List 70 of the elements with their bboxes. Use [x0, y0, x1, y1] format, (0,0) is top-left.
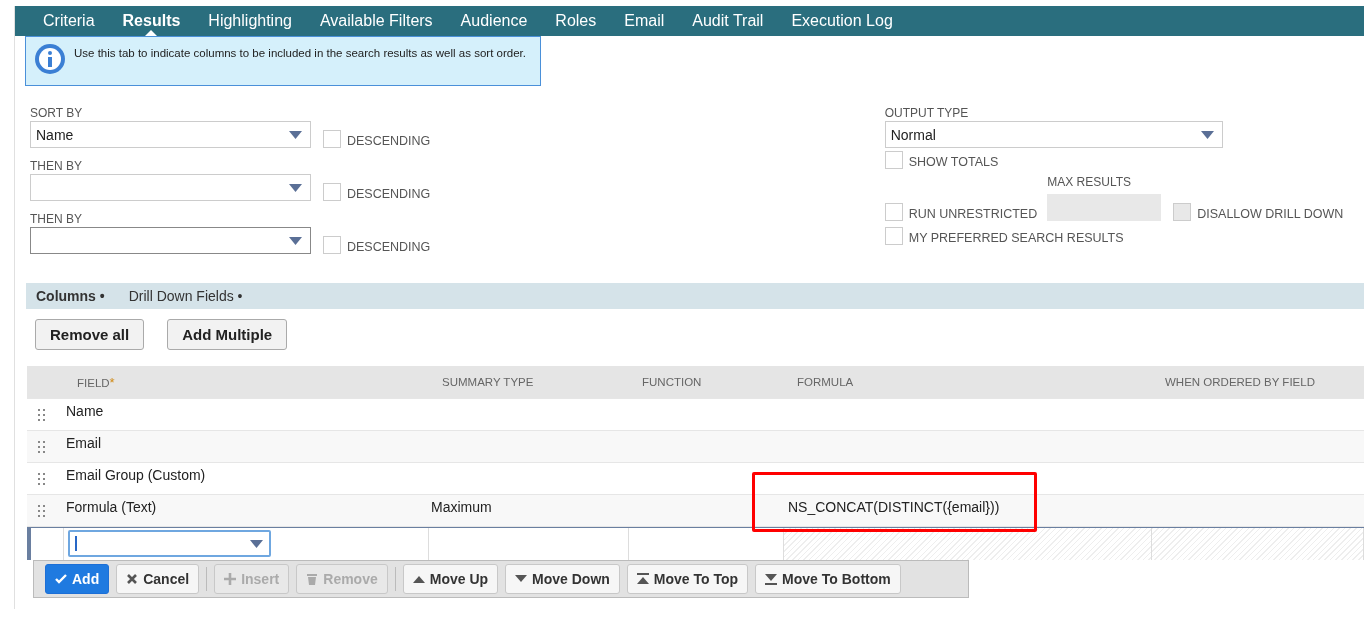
toolbar-button[interactable]: Move To Top [626, 564, 749, 594]
checkbox-label: SHOW TOTALS [908, 155, 999, 169]
info-text: Use this tab to indicate columns to be included in the search results as well as sort order. [74, 46, 526, 61]
tab[interactable]: Audit Trail [678, 6, 778, 36]
sort-select[interactable] [30, 174, 311, 201]
table-cell-text: Maximum [430, 498, 493, 515]
dropdown-caret-icon [289, 183, 302, 192]
column-header: FUNCTION [641, 376, 703, 388]
subtab[interactable]: Columns • [36, 288, 105, 304]
tab[interactable]: Email [610, 6, 679, 36]
trash-icon [306, 573, 319, 585]
drag-handle-icon[interactable] [38, 472, 46, 485]
tab[interactable]: Execution Log [777, 6, 907, 36]
output-type-select[interactable]: Normal [884, 121, 1223, 148]
table-cell-text: Formula (Text) [65, 498, 158, 515]
sort-select[interactable] [30, 227, 311, 254]
toolbar-button[interactable]: Cancel [116, 564, 200, 594]
field-label: SORT BY [30, 106, 84, 121]
toolbar-button[interactable]: Add [45, 564, 110, 594]
toolbar-button[interactable]: Move To Bottom [755, 564, 901, 594]
checkbox-label: DISALLOW DRILL DOWN [1197, 207, 1344, 221]
dropdown-caret-icon [289, 236, 302, 245]
checkbox[interactable] [884, 227, 903, 245]
tab[interactable]: Highlighting [194, 6, 306, 36]
tab[interactable]: Results [108, 6, 195, 36]
column-header: WHEN ORDERED BY FIELD [1164, 376, 1316, 388]
drag-handle-icon[interactable] [38, 504, 46, 517]
table-cell-text: Email [65, 434, 102, 451]
action-button[interactable]: Remove all [35, 319, 145, 350]
table-cell-text: Email Group (Custom) [65, 466, 207, 483]
checkbox-label: RUN UNRESTRICTED [908, 207, 1038, 221]
checkbox-label: DESCENDING [347, 134, 431, 148]
checkbox[interactable] [323, 183, 341, 201]
toolbar-button[interactable]: Move Up [402, 564, 499, 594]
tab[interactable]: Available Filters [305, 6, 447, 36]
subtab[interactable]: Drill Down Fields • [128, 288, 243, 304]
drag-handle-icon[interactable] [38, 440, 46, 453]
check-icon [55, 573, 67, 585]
checkbox[interactable] [323, 236, 341, 254]
field-select[interactable] [68, 530, 271, 557]
drag-handle-icon[interactable] [38, 408, 46, 421]
field-label: MAX RESULTS [1047, 175, 1132, 190]
tab[interactable]: Roles [541, 6, 611, 36]
sort-select[interactable]: Name [30, 121, 311, 148]
plus-icon [224, 573, 237, 585]
dropdown-caret-icon [1200, 130, 1214, 139]
column-header: FIELD* [76, 374, 116, 390]
dropdown-caret-icon [289, 130, 302, 139]
checkbox[interactable] [884, 203, 903, 221]
checkbox-label: DESCENDING [347, 240, 431, 254]
field-label: OUTPUT TYPE [884, 106, 970, 121]
field-label: THEN BY [30, 159, 83, 174]
checkbox[interactable] [884, 151, 903, 169]
toolbar-button[interactable]: Move Down [505, 564, 620, 594]
table-cell-text: NS_CONCAT(DISTINCT({email})) [787, 498, 1001, 515]
close-icon [126, 573, 139, 585]
column-header: SUMMARY TYPE [441, 376, 535, 388]
checkbox-label: MY PREFERRED SEARCH RESULTS [908, 231, 1124, 245]
table-cell-text: Name [65, 402, 105, 419]
move-to-top-icon [636, 573, 649, 585]
dropdown-caret-icon [250, 539, 263, 548]
field-label: THEN BY [30, 212, 83, 227]
move-to-bottom-icon [765, 573, 778, 585]
tab[interactable]: Audience [446, 6, 542, 36]
checkbox[interactable] [323, 130, 341, 148]
action-button[interactable]: Add Multiple [167, 319, 288, 350]
tab[interactable]: Criteria [29, 6, 109, 36]
info-icon [34, 43, 66, 75]
checkbox-label: DESCENDING [347, 187, 431, 201]
column-header: FORMULA [796, 376, 855, 388]
